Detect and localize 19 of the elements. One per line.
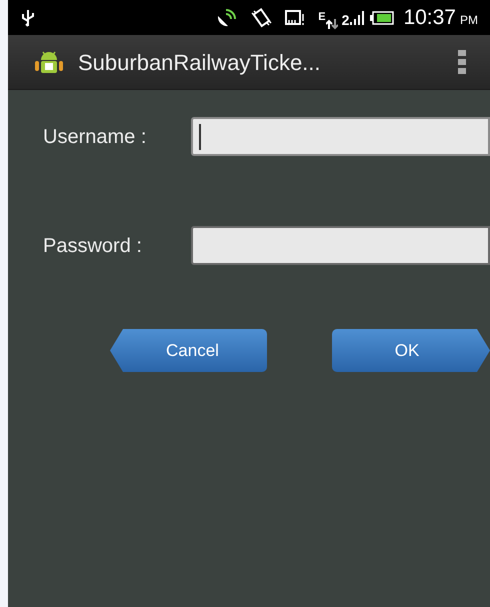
field-label: Username : [43, 124, 148, 150]
cancel-button[interactable]: Cancel [110, 329, 267, 372]
usb-icon [20, 8, 36, 28]
input-field[interactable] [191, 226, 490, 265]
sd-card-icon [284, 8, 306, 28]
clock-time: 10:37 [403, 7, 456, 28]
data-transfer-icon [326, 18, 338, 30]
overflow-menu-icon[interactable] [458, 49, 466, 75]
sim-slot: 2 [342, 12, 350, 26]
ok-button[interactable]: OK [332, 329, 490, 372]
vibrate-icon [250, 8, 272, 28]
input-field[interactable] [191, 117, 490, 156]
clock-period: PM [460, 14, 478, 26]
satellite-dish-icon [216, 8, 238, 28]
app-title: SuburbanRailwayTicke... [78, 48, 321, 77]
signal-icon [349, 10, 366, 26]
network-type: E [318, 12, 326, 23]
field-label: Password : [43, 234, 143, 258]
battery-icon [369, 10, 396, 26]
